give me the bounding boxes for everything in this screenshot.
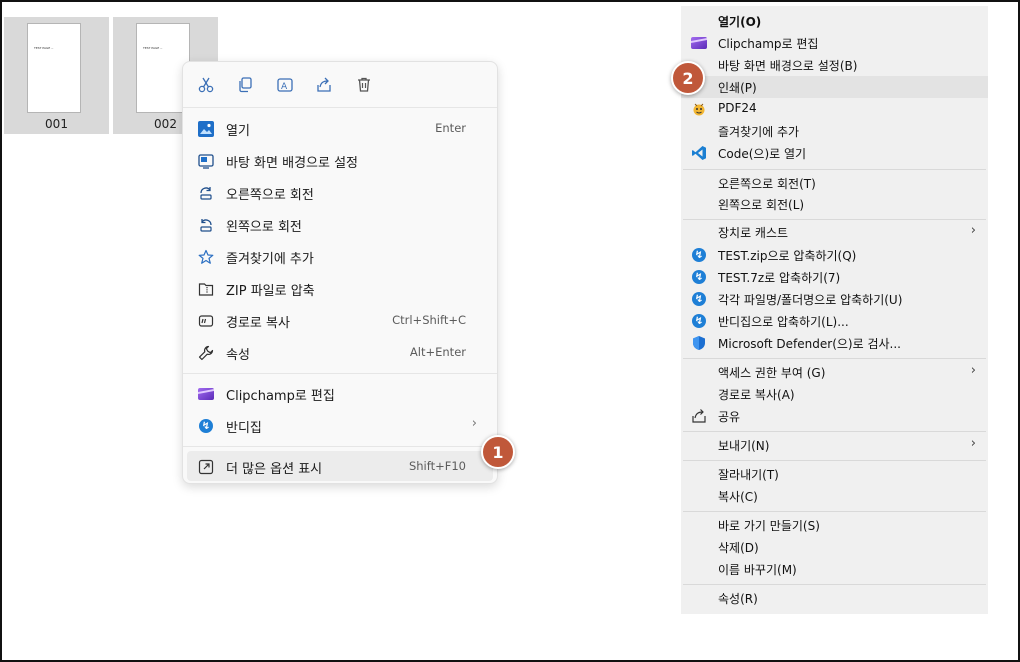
classic-item-compress-each[interactable]: ↯ 각각 파일명/폴더명으로 압축하기(U) <box>681 288 988 310</box>
classic-item-open[interactable]: 열기(O) <box>681 10 988 32</box>
bandizip-icon: ↯ <box>691 313 707 329</box>
classic-item-clipchamp[interactable]: Clipchamp로 편집 <box>681 32 988 54</box>
copy-path-icon <box>197 312 215 330</box>
clipchamp-icon <box>197 385 215 403</box>
divider <box>183 446 497 447</box>
classic-item-add-favorite[interactable]: 즐겨찾기에 추가 <box>681 120 988 142</box>
file-name: 001 <box>45 117 68 131</box>
svg-text:A: A <box>281 82 288 92</box>
cut-icon[interactable] <box>195 74 217 96</box>
classic-item-set-wallpaper[interactable]: 바탕 화면 배경으로 설정(B) <box>681 54 988 76</box>
classic-item-rename[interactable]: 이름 바꾸기(M) <box>681 558 988 580</box>
classic-item-open-with-code[interactable]: Code(으)로 열기 <box>681 142 988 164</box>
classic-item-delete[interactable]: 삭제(D) <box>681 536 988 558</box>
menu-item-bandizip[interactable]: ↯ 반디집 › <box>187 410 493 440</box>
divider <box>683 460 986 461</box>
defender-icon <box>691 335 707 351</box>
divider <box>683 511 986 512</box>
bandizip-icon: ↯ <box>691 247 707 263</box>
classic-item-create-shortcut[interactable]: 바로 가기 만들기(S) <box>681 514 988 536</box>
classic-item-cut[interactable]: 잘라내기(T) <box>681 463 988 485</box>
classic-item-cast-to-device[interactable]: 장치로 캐스트 › <box>681 221 988 243</box>
divider <box>683 431 986 432</box>
wallpaper-icon <box>197 152 215 170</box>
classic-item-grant-access[interactable]: 액세스 권한 부여 (G) › <box>681 361 988 383</box>
context-menu-new: A 열기 Enter 바탕 화면 배경으로 설정 오른쪽으로 회전 왼쪽으로 회… <box>182 61 498 484</box>
share-icon[interactable] <box>313 74 335 96</box>
share-icon <box>691 408 707 424</box>
copy-icon[interactable] <box>234 74 256 96</box>
menu-item-set-wallpaper[interactable]: 바탕 화면 배경으로 설정 <box>187 145 493 175</box>
zip-icon <box>197 280 215 298</box>
star-icon <box>197 248 215 266</box>
classic-item-rotate-left[interactable]: 왼쪽으로 회전(L) <box>681 193 988 215</box>
chevron-right-icon: › <box>970 436 976 451</box>
chevron-right-icon: › <box>471 416 477 431</box>
file-thumbnail-001[interactable]: TEST PAGE -- 001 <box>4 17 109 134</box>
menu-item-properties[interactable]: 속성 Alt+Enter <box>187 337 493 367</box>
divider <box>183 107 497 108</box>
context-toolbar: A <box>183 62 497 106</box>
menu-item-zip[interactable]: ZIP 파일로 압축 <box>187 273 493 303</box>
divider <box>683 358 986 359</box>
menu-item-clipchamp[interactable]: Clipchamp로 편집 <box>187 378 493 408</box>
menu-item-open[interactable]: 열기 Enter <box>187 113 493 143</box>
chevron-right-icon: › <box>970 363 976 378</box>
divider <box>683 169 986 170</box>
classic-item-pdf24[interactable]: PDF24 <box>681 98 988 120</box>
classic-item-share[interactable]: 공유 <box>681 405 988 427</box>
classic-item-send-to[interactable]: 보내기(N) › <box>681 434 988 456</box>
classic-item-7z-compress[interactable]: ↯ TEST.7z로 압축하기(7) <box>681 266 988 288</box>
classic-item-bandizip-compress[interactable]: ↯ 반디집으로 압축하기(L)... <box>681 310 988 332</box>
pdf24-icon <box>691 101 707 117</box>
more-options-icon <box>197 458 215 476</box>
photos-icon <box>197 120 215 138</box>
classic-item-zip-compress[interactable]: ↯ TEST.zip으로 압축하기(Q) <box>681 244 988 266</box>
delete-icon[interactable] <box>353 74 375 96</box>
menu-item-add-favorite[interactable]: 즐겨찾기에 추가 <box>187 241 493 271</box>
menu-item-rotate-right[interactable]: 오른쪽으로 회전 <box>187 177 493 207</box>
vscode-icon <box>691 145 707 161</box>
menu-item-show-more-options[interactable]: 더 많은 옵션 표시 Shift+F10 <box>187 451 493 481</box>
context-menu-classic: 열기(O) Clipchamp로 편집 바탕 화면 배경으로 설정(B) 인쇄(… <box>681 6 988 614</box>
divider <box>683 219 986 220</box>
rename-icon[interactable]: A <box>274 74 296 96</box>
classic-item-rotate-right[interactable]: 오른쪽으로 회전(T) <box>681 172 988 194</box>
page-preview: TEST PAGE -- <box>27 23 81 113</box>
bandizip-icon: ↯ <box>691 269 707 285</box>
step-badge-1: 1 <box>481 435 515 469</box>
rotate-right-icon <box>197 184 215 202</box>
classic-item-copy-path[interactable]: 경로로 복사(A) <box>681 383 988 405</box>
bandizip-icon: ↯ <box>197 417 215 435</box>
divider <box>183 373 497 374</box>
step-badge-2: 2 <box>671 61 705 95</box>
chevron-right-icon: › <box>970 223 976 238</box>
divider <box>683 584 986 585</box>
wrench-icon <box>197 344 215 362</box>
menu-item-copy-path[interactable]: 경로로 복사 Ctrl+Shift+C <box>187 305 493 335</box>
menu-item-rotate-left[interactable]: 왼쪽으로 회전 <box>187 209 493 239</box>
classic-item-defender-scan[interactable]: Microsoft Defender(으)로 검사... <box>681 332 988 354</box>
rotate-left-icon <box>197 216 215 234</box>
clipchamp-icon <box>691 35 707 51</box>
classic-item-print[interactable]: 인쇄(P) <box>681 76 988 98</box>
classic-item-copy[interactable]: 복사(C) <box>681 485 988 507</box>
classic-item-properties[interactable]: 속성(R) <box>681 587 988 609</box>
bandizip-icon: ↯ <box>691 291 707 307</box>
